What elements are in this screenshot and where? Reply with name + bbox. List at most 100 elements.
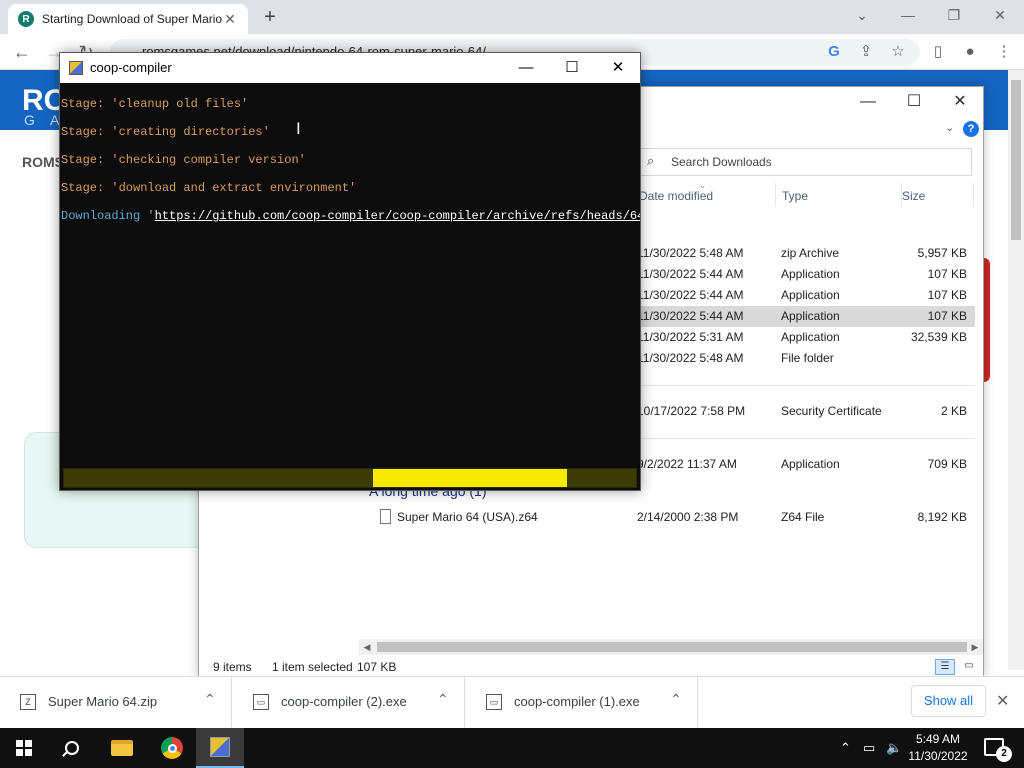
horizontal-scrollbar-thumb[interactable] xyxy=(377,642,967,652)
page-scrollbar[interactable] xyxy=(1008,70,1024,670)
file-size: 709 KB xyxy=(927,457,967,471)
explorer-close-button[interactable]: ✕ xyxy=(937,91,983,113)
chevron-up-icon[interactable]: ⌃ xyxy=(204,691,216,708)
column-type[interactable]: Type xyxy=(782,189,808,203)
column-divider[interactable] xyxy=(973,183,974,207)
exe-icon: ▭ xyxy=(486,694,502,710)
console-line: Stage: 'download and extract environment… xyxy=(61,181,357,195)
bookmark-star-icon[interactable]: ☆ xyxy=(888,42,908,62)
chrome-icon xyxy=(161,737,183,759)
chevron-up-icon[interactable]: ⌃ xyxy=(437,691,449,708)
breadcrumb[interactable]: ROMS xyxy=(22,154,64,170)
console-titlebar[interactable]: coop-compiler — ☐ ✕ xyxy=(60,53,640,83)
file-type: File folder xyxy=(781,351,834,365)
explorer-maximize-button[interactable]: ☐ xyxy=(891,91,937,113)
browser-tab[interactable]: R Starting Download of Super Mario ✕ xyxy=(8,4,248,34)
download-item[interactable]: Z Super Mario 64.zip ⌃ xyxy=(0,677,232,727)
page-scrollbar-thumb[interactable] xyxy=(1011,80,1021,240)
download-name: coop-compiler (1).exe xyxy=(514,694,640,709)
side-panel-icon[interactable]: ▯ xyxy=(928,42,948,62)
column-date-modified[interactable]: Date modified xyxy=(639,189,713,203)
file-date: 11/30/2022 5:31 AM xyxy=(637,330,744,344)
browser-close-button[interactable]: ✕ xyxy=(980,4,1020,26)
tab-close-icon[interactable]: ✕ xyxy=(222,11,238,28)
console-minimize-button[interactable]: — xyxy=(506,57,546,79)
status-selection: 1 item selected xyxy=(272,660,353,674)
column-size[interactable]: Size xyxy=(902,189,925,203)
file-type: Application xyxy=(781,288,840,302)
browser-tab-strip: R Starting Download of Super Mario ✕ + ⌄… xyxy=(0,0,1024,34)
text-cursor-icon: I xyxy=(296,119,301,138)
file-date: 11/30/2022 5:44 AM xyxy=(637,309,744,323)
explorer-minimize-button[interactable]: — xyxy=(845,91,891,113)
console-close-button[interactable]: ✕ xyxy=(598,57,638,79)
profile-avatar-icon[interactable]: ● xyxy=(960,42,980,62)
console-title: coop-compiler xyxy=(90,60,172,75)
network-icon[interactable]: ▭ xyxy=(863,740,875,756)
browser-restore-button[interactable]: ❐ xyxy=(934,4,974,26)
download-item[interactable]: ▭ coop-compiler (2).exe ⌃ xyxy=(233,677,465,727)
taskbar-coop-compiler[interactable] xyxy=(196,728,244,768)
tab-title: Starting Download of Super Mario xyxy=(42,12,222,26)
coop-compiler-icon xyxy=(210,737,230,757)
ribbon-expand-icon[interactable]: ⌄ xyxy=(945,121,954,134)
taskbar-file-explorer[interactable] xyxy=(98,728,146,768)
download-item[interactable]: ▭ coop-compiler (1).exe ⌃ xyxy=(466,677,698,727)
file-size: 107 KB xyxy=(927,309,967,323)
tab-search-icon[interactable]: ⌄ xyxy=(842,4,882,26)
file-size: 107 KB xyxy=(927,288,967,302)
new-tab-button[interactable]: + xyxy=(258,6,282,28)
console-output[interactable]: Stage: 'cleanup old files' Stage: 'creat… xyxy=(60,83,640,467)
folder-icon xyxy=(111,740,133,756)
column-divider[interactable] xyxy=(775,183,776,207)
taskbar: ⌃ ▭ 🔈 5:49 AM 11/30/2022 2 xyxy=(0,728,1024,768)
browser-minimize-button[interactable]: — xyxy=(888,4,928,26)
file-size: 5,957 KB xyxy=(917,246,967,260)
tray-overflow-icon[interactable]: ⌃ xyxy=(840,740,851,756)
console-maximize-button[interactable]: ☐ xyxy=(552,57,592,79)
back-arrow-icon[interactable]: ← xyxy=(10,40,34,64)
status-item-count: 9 items xyxy=(213,660,252,674)
file-type: Application xyxy=(781,457,840,471)
details-view-icon[interactable]: ☰ xyxy=(935,659,955,675)
zip-icon: Z xyxy=(20,694,36,710)
file-type: Security Certificate xyxy=(781,404,882,418)
file-size: 8,192 KB xyxy=(917,510,967,524)
status-bar: 9 items 1 item selected 107 KB xyxy=(199,657,983,677)
console-line: Stage: 'creating directories' xyxy=(61,125,270,139)
clock-time: 5:49 AM xyxy=(915,732,961,746)
taskbar-search-button[interactable] xyxy=(48,728,96,768)
console-window: coop-compiler — ☐ ✕ Stage: 'cleanup old … xyxy=(59,52,641,491)
console-line-download: Downloading 'https://github.com/coop-com… xyxy=(61,207,640,235)
chrome-menu-icon[interactable]: ⋮ xyxy=(994,42,1014,62)
close-shelf-icon[interactable]: ✕ xyxy=(996,691,1009,711)
scroll-left-icon[interactable]: ◀ xyxy=(359,639,375,655)
scroll-right-icon[interactable]: ▶ xyxy=(967,639,983,655)
status-selection-size: 107 KB xyxy=(357,660,397,674)
file-row[interactable]: Super Mario 64 (USA).z64 2/14/2000 2:38 … xyxy=(359,507,975,528)
chevron-up-icon[interactable]: ⌃ xyxy=(670,691,682,708)
file-name: Super Mario 64 (USA).z64 xyxy=(397,510,538,524)
large-icons-view-icon[interactable]: ▭ xyxy=(959,659,979,675)
console-line: Stage: 'checking compiler version' xyxy=(61,153,306,167)
app-icon xyxy=(69,61,83,75)
download-url-link[interactable]: https://github.com/coop-compiler/coop-co… xyxy=(155,209,640,223)
start-button[interactable] xyxy=(0,728,48,768)
download-label: Downloading xyxy=(61,209,141,223)
file-type: Application xyxy=(781,267,840,281)
share-icon[interactable]: ⇪ xyxy=(856,42,876,62)
file-type: Z64 File xyxy=(781,510,825,524)
horizontal-scrollbar[interactable]: ◀ ▶ xyxy=(359,639,983,655)
file-size: 107 KB xyxy=(927,267,967,281)
download-progress-bar xyxy=(63,468,637,488)
show-all-button[interactable]: Show all xyxy=(911,685,986,717)
site-favicon-icon: R xyxy=(18,11,34,27)
download-name: Super Mario 64.zip xyxy=(48,694,158,709)
system-clock[interactable]: 5:49 AM 11/30/2022 xyxy=(900,731,976,765)
taskbar-chrome[interactable] xyxy=(148,728,196,768)
search-input[interactable]: Search Downloads xyxy=(636,148,972,176)
google-lens-icon[interactable]: G xyxy=(824,42,844,62)
help-icon[interactable]: ? xyxy=(963,121,979,137)
file-date: 11/30/2022 5:44 AM xyxy=(637,267,744,281)
search-icon xyxy=(65,741,79,755)
